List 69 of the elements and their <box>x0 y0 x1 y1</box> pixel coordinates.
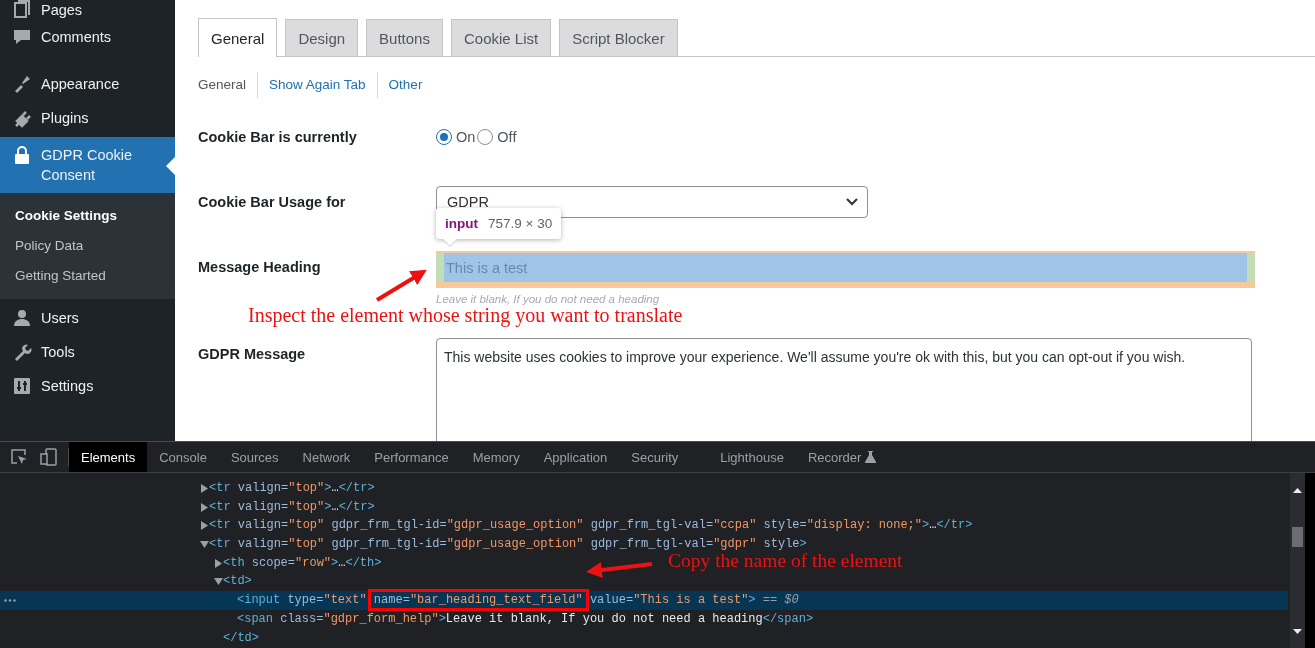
annotation-text: Inspect the element whose string you want to translate <box>248 304 683 327</box>
highlight-box: name="bar_heading_text_field" <box>367 589 589 612</box>
menu-icon <box>12 27 32 47</box>
code-line: <td> <box>223 573 252 591</box>
code-line: value="This is a test"> == $0 <box>588 592 799 610</box>
sidebar-item[interactable]: Plugins <box>0 101 175 135</box>
tooltip-pointer-icon <box>442 239 458 247</box>
sidebar-item[interactable]: Tools <box>0 335 175 369</box>
code-line: <tr valign="top">…</tr> <box>209 480 375 497</box>
annotation-text: Copy the name of the element <box>668 550 903 572</box>
code-line: <input type="text" <box>237 592 368 610</box>
more-icon[interactable] <box>4 599 16 603</box>
expanded-arrow-icon[interactable] <box>200 539 209 549</box>
menu-icon <box>12 145 32 165</box>
collapsed-arrow-icon[interactable] <box>200 483 209 493</box>
code-line: <tr valign="top" gdpr_frm_tgl-id="gdpr_usage_option" gdpr_frm_tgl-val="gdpr" style> <box>209 536 807 553</box>
subsection-link[interactable]: Show Again Tab <box>257 72 377 98</box>
settings-tab[interactable]: Buttons <box>366 19 443 56</box>
settings-tab[interactable]: Script Blocker <box>559 19 678 56</box>
devtools-tab[interactable]: Performance <box>362 442 461 472</box>
annotation-arrow <box>586 562 653 578</box>
menu-icon <box>12 308 32 328</box>
selected-row[interactable]: <input type="text" name="bar_heading_text_field" value="This is a test"> == $0 <box>0 591 1288 610</box>
collapsed-arrow-icon[interactable] <box>200 521 209 531</box>
field-label: Cookie Bar is currently <box>198 128 357 147</box>
submenu-item[interactable]: Getting Started <box>0 261 106 291</box>
sidebar-item[interactable]: Appearance <box>0 67 175 101</box>
annotation-arrow <box>375 269 427 302</box>
expanded-arrow-icon[interactable] <box>214 577 223 587</box>
field-label: Message Heading <box>198 258 321 277</box>
subsection-link[interactable]: General <box>198 72 258 98</box>
devtools-tab[interactable]: Network <box>290 442 363 472</box>
scrollbar[interactable] <box>1290 473 1305 648</box>
menu-icon <box>12 0 32 20</box>
devtools-tab[interactable]: Application <box>531 442 620 472</box>
flask-icon <box>865 451 877 463</box>
code-line: </td> <box>223 629 259 647</box>
settings-tab[interactable]: Design <box>285 19 359 56</box>
menu-icon <box>12 376 32 396</box>
sidebar-item[interactable]: Users <box>0 301 175 335</box>
subsection-link[interactable]: Other <box>376 72 434 98</box>
sidebar-item[interactable]: GDPR Cookie Consent <box>0 137 175 193</box>
radio-option[interactable]: Off <box>477 129 517 145</box>
code-line: <tr valign="top">…</tr> <box>209 498 375 516</box>
radio-option[interactable]: On <box>436 129 476 145</box>
submenu-item[interactable]: Policy Data <box>0 231 84 261</box>
devtools-tab[interactable]: Sources <box>218 442 291 472</box>
code-line: <span class="gdpr_form_help">Leave it blank, If you do not need a heading</span> <box>237 610 814 628</box>
settings-tab[interactable]: Cookie List <box>450 19 552 56</box>
field-label: Cookie Bar Usage for <box>198 193 346 212</box>
collapsed-arrow-icon[interactable] <box>214 558 223 568</box>
devtools-tab[interactable]: Memory <box>460 442 532 472</box>
field-label: GDPR Message <box>198 345 306 364</box>
devtools-tab[interactable]: Console <box>147 442 219 472</box>
help-text: Leave it blank, If you do not need a heading <box>436 293 660 305</box>
sidebar-item[interactable]: Settings <box>0 369 175 403</box>
device-icon[interactable] <box>40 448 58 466</box>
settings-tab[interactable]: General <box>198 18 278 57</box>
code-line: <tr valign="top" gdpr_frm_tgl-id="gdpr_usage_option" gdpr_frm_tgl-val="ccpa" style="display: none;">…</tr> <box>209 517 973 535</box>
sidebar-item[interactable]: Pages <box>0 0 175 20</box>
collapsed-arrow-icon[interactable] <box>200 502 209 512</box>
devtools-tab[interactable]: Elements <box>69 442 148 472</box>
sidebar-item[interactable]: Comments <box>0 20 175 54</box>
devtools-tab[interactable]: Security <box>619 442 691 472</box>
devtools-tab[interactable]: Recorder <box>795 442 889 472</box>
code-line: <th scope="row">…</th> <box>223 554 382 572</box>
submenu-item[interactable]: Cookie Settings <box>0 201 117 231</box>
devtools-tab[interactable]: Lighthouse <box>708 442 796 472</box>
inspect-icon[interactable] <box>10 448 28 466</box>
